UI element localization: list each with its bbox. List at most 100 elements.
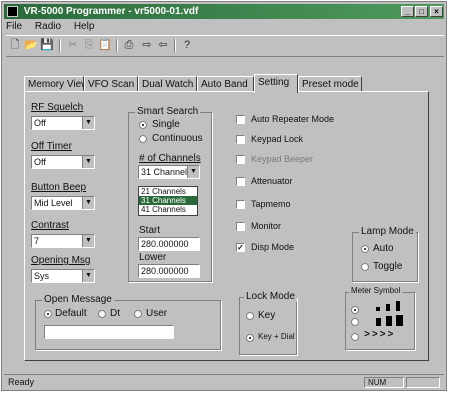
maximize-button[interactable]: □ (415, 6, 428, 17)
menu-radio[interactable]: Radio (35, 20, 61, 34)
meter-arrows-radio[interactable] (351, 333, 359, 341)
lamp-toggle-radio[interactable] (361, 263, 369, 271)
open-msg-user-label: User (146, 308, 168, 319)
off-timer-select[interactable]: Off ▼ (31, 155, 95, 169)
start-freq-input[interactable]: 280.000000 (138, 237, 200, 251)
attenuator-label: Attenuator (251, 176, 293, 186)
open-message-input[interactable] (44, 325, 174, 339)
channel-option[interactable]: 31 Channels (139, 196, 197, 205)
status-pane (406, 377, 440, 388)
contrast-value: 7 (34, 236, 40, 246)
cut-icon[interactable]: ✂ (66, 38, 80, 52)
meter-bars-radio[interactable] (351, 306, 359, 314)
off-timer-value: Off (34, 157, 46, 167)
chevron-down-icon: ▼ (82, 197, 94, 209)
num-channels-label: # of Channels (139, 153, 201, 164)
open-msg-dt-radio[interactable] (98, 310, 106, 318)
tapmemo-checkbox[interactable] (236, 200, 245, 209)
save-icon[interactable]: 💾 (40, 38, 54, 52)
toolbar-separator (59, 39, 61, 52)
title-bar: VR-5000 Programmer - vr5000-01.vdf _ □ × (4, 4, 444, 19)
opening-msg-select[interactable]: Sys ▼ (31, 269, 95, 283)
monitor-checkbox[interactable] (236, 222, 245, 231)
toolbar-separator (116, 39, 118, 52)
meter-blocks-icon (362, 315, 412, 327)
open-message-group: Open Message Default Dt User (35, 294, 221, 350)
open-message-label: Open Message (42, 294, 114, 305)
channel-option[interactable]: 21 Channels (139, 187, 197, 196)
lock-key-radio[interactable] (246, 312, 254, 320)
keypad-beeper-checkbox[interactable] (236, 155, 245, 164)
keypad-lock-checkbox[interactable] (236, 135, 245, 144)
smart-search-label: Smart Search (135, 106, 201, 117)
meter-symbol-label: Meter Symbol (349, 286, 403, 295)
num-lock-indicator: NUM (364, 377, 404, 388)
toolbar-separator (174, 39, 176, 52)
keypad-beeper-label: Keypad Beeper (251, 154, 314, 164)
tab-dual-watch[interactable]: Dual Watch (138, 76, 197, 92)
lamp-auto-label: Auto (373, 243, 394, 254)
tab-vfo-scan[interactable]: VFO Scan (84, 76, 138, 92)
settings-panel: RF Squelch Off ▼ Off Timer Off ▼ Button Be… (24, 91, 429, 361)
menu-bar: File Radio Help (6, 20, 104, 34)
open-msg-user-radio[interactable] (134, 310, 142, 318)
auto-repeater-checkbox[interactable] (236, 115, 245, 124)
upload-icon[interactable]: ⇨ (140, 38, 154, 52)
tab-memory-view[interactable]: Memory View (24, 76, 88, 92)
num-channels-select[interactable]: 31 Channels ▼ (138, 165, 200, 179)
tab-preset-mode[interactable]: Preset mode (298, 76, 362, 92)
paste-icon[interactable]: 📋 (98, 38, 112, 52)
lock-key-dial-label: Key + Dial (258, 332, 295, 341)
menu-file[interactable]: File (6, 20, 22, 34)
help-icon[interactable]: ? (180, 38, 194, 52)
lamp-mode-group: Lamp Mode Auto Toggle (352, 226, 418, 282)
meter-blocks-radio[interactable] (351, 318, 359, 326)
open-msg-default-radio[interactable] (44, 310, 52, 318)
contrast-label: Contrast (31, 220, 69, 231)
off-timer-label: Off Timer (31, 141, 72, 152)
lock-mode-label: Lock Mode (244, 291, 297, 302)
new-file-icon[interactable]: 🗋 (8, 38, 22, 52)
channel-option[interactable]: 41 Channels (139, 205, 197, 214)
copy-icon[interactable]: ⎘ (82, 38, 96, 52)
tab-auto-band[interactable]: Auto Band (197, 76, 254, 92)
lamp-toggle-label: Toggle (373, 261, 403, 272)
download-icon[interactable]: ⇦ (156, 38, 170, 52)
lamp-auto-radio[interactable] (361, 245, 369, 253)
toolbar: 🗋 📂 💾 ✂ ⎘ 📋 ⎙ ⇨ ⇦ ? (6, 35, 444, 57)
lower-freq-input[interactable]: 280.000000 (138, 264, 200, 278)
rf-squelch-value: Off (34, 118, 46, 128)
num-channels-value: 31 Channels (141, 167, 192, 177)
search-continuous-label: Continuous (152, 133, 203, 144)
lower-label: Lower (139, 252, 167, 263)
monitor-label: Monitor (251, 221, 282, 231)
chevron-down-icon: ▼ (187, 166, 199, 178)
rf-squelch-label: RF Squelch (31, 102, 84, 113)
minimize-button[interactable]: _ (401, 6, 414, 17)
contrast-select[interactable]: 7 ▼ (31, 234, 95, 248)
status-text: Ready (8, 377, 35, 387)
button-beep-value: Mid Level (34, 198, 73, 208)
search-single-label: Single (152, 119, 180, 130)
chevron-down-icon: ▼ (82, 270, 94, 282)
meter-arrows-icon: >>>> (364, 329, 396, 340)
lock-key-label: Key (258, 310, 276, 321)
tapmemo-label: Tapmemo (251, 199, 291, 209)
search-single-radio[interactable] (139, 121, 147, 129)
menu-help[interactable]: Help (74, 20, 95, 34)
attenuator-checkbox[interactable] (236, 177, 245, 186)
disp-mode-checkbox[interactable]: ✓ (236, 243, 245, 252)
keypad-lock-label: Keypad Lock (251, 134, 304, 144)
close-button[interactable]: × (430, 6, 443, 17)
lock-key-dial-radio[interactable] (246, 334, 254, 342)
open-folder-icon[interactable]: 📂 (24, 38, 38, 52)
status-bar: Ready NUM (4, 374, 444, 389)
tab-setting[interactable]: Setting (254, 74, 298, 93)
print-icon[interactable]: ⎙ (122, 38, 136, 52)
button-beep-select[interactable]: Mid Level ▼ (31, 196, 95, 210)
rf-squelch-select[interactable]: Off ▼ (31, 116, 95, 130)
search-continuous-radio[interactable] (139, 135, 147, 143)
button-beep-label: Button Beep (31, 182, 87, 193)
app-icon (7, 6, 18, 17)
lock-mode-group: Lock Mode Key Key + Dial (239, 291, 297, 355)
